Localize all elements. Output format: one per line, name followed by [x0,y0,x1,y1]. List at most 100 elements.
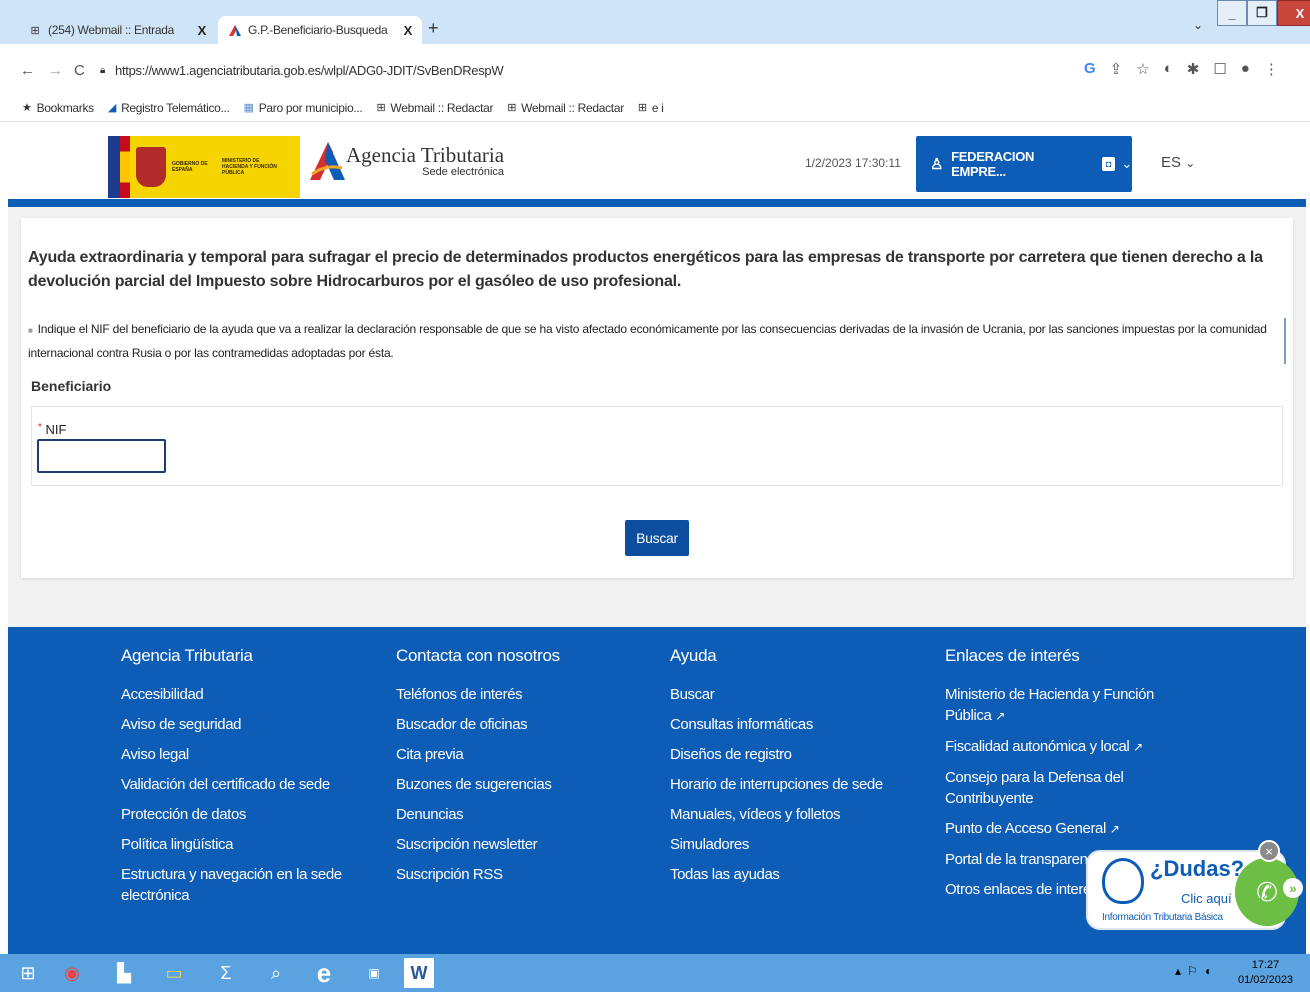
chart-icon: ▦ [243,102,254,114]
footer-link[interactable]: Fiscalidad autonómica y local ↗ [945,736,1165,758]
sigma-app-icon[interactable]: Σ [210,958,242,988]
footer-link[interactable]: Ministerio de Hacienda y Función Pública… [945,684,1165,727]
footer-link[interactable]: Protección de datos [121,804,381,825]
footer-link[interactable]: Consultas informáticas [670,714,930,735]
footer-link[interactable]: Política lingüística [121,834,381,855]
footer-link[interactable]: Simuladores [670,834,930,855]
menu-icon[interactable]: ⋮ [1264,60,1279,78]
mail-icon: ⊞ [637,102,647,114]
footer-link[interactable]: Suscripción newsletter [396,834,656,855]
bookmark-item[interactable]: ⊞ Webmail :: Redactar [376,101,493,115]
footer-link[interactable]: Manuales, vídeos y folletos [670,804,930,825]
footer-link[interactable]: Buscador de oficinas [396,714,656,735]
eu-flag-icon [108,136,120,198]
chevron-down-icon: ⌄ [1185,156,1196,170]
lock-icon: 🔒︎ [100,64,106,76]
language-selector[interactable]: ES ⌄ [1161,154,1195,171]
footer-column-agencia: Agencia Tributaria Accesibilidad Aviso d… [121,646,381,915]
help-widget-caption: Información Tributaria Básica [1102,912,1223,923]
field-container [31,406,1283,486]
footer-link[interactable]: Denuncias [396,804,656,825]
page-title: Ayuda extraordinaria y temporal para suf… [28,249,1263,290]
taskbar-clock[interactable]: 17:27 01/02/2023 [1238,958,1293,988]
new-tab-button[interactable]: + [428,18,439,39]
nif-input[interactable] [37,439,166,473]
nif-label: * NIF [38,422,67,437]
footer-link[interactable]: Horario de interrupciones de sede [670,774,930,795]
footer-link[interactable]: Validación del certificado de sede [121,774,381,795]
info-text: ■ Indique el NIF del beneficiario de la a… [28,318,1286,364]
user-menu-button[interactable]: ♙ FEDERACION EMPRE... ◘ ⌄ [916,136,1132,192]
tab-beneficiario[interactable]: G.P.-Beneficiario-Busqueda X [218,16,422,44]
footer-link[interactable]: Estructura y navegación en la sede elect… [121,864,351,906]
gobierno-logo[interactable]: GOBIERNO DE ESPAÑA MINISTERIO DE HACIEND… [108,136,300,198]
notification-icon[interactable]: ◘ [1101,157,1116,171]
help-widget-link[interactable]: Clic aquí [1181,891,1232,906]
windows-start-icon[interactable]: ⊞ [12,958,44,988]
bookmark-item[interactable]: ⊞ e i [638,101,664,115]
bookmark-item[interactable]: ▦ Paro por municipio... [244,101,363,115]
search-app-icon[interactable]: ⌕ [260,958,292,988]
agencia-logo-icon [308,138,346,182]
extension-icon[interactable]: ◐ [1164,60,1173,78]
footer-link[interactable]: Todas las ayudas [670,864,930,885]
user-name: FEDERACION EMPRE... [951,149,1035,179]
close-window-button[interactable]: X [1277,0,1310,26]
bookmark-item[interactable]: ★ Bookmarks [22,101,94,115]
external-link-icon: ↗ [995,709,1005,723]
sidebar-icon[interactable]: ☐ [1213,60,1226,78]
footer-link[interactable]: Buzones de sugerencias [396,774,656,795]
share-icon[interactable]: ⇪ [1110,60,1123,78]
expand-arrow-icon[interactable]: » [1283,878,1303,898]
forward-icon[interactable]: → [48,62,63,79]
required-marker: * [38,422,42,433]
url-bar[interactable]: 🔒︎ https://www1.agenciatributaria.gob.es… [100,57,1100,83]
tab-close-icon[interactable]: X [198,23,207,38]
bookmark-item[interactable]: ⊞ Webmail :: Redactar [507,101,624,115]
tab-search-icon[interactable]: ⌄ [1193,18,1203,32]
footer-link[interactable]: Accesibilidad [121,684,381,705]
google-icon[interactable]: G [1084,60,1096,78]
header-divider [8,199,1306,207]
footer-link[interactable]: Buscar [670,684,930,705]
footer-link[interactable]: Aviso legal [121,744,381,765]
search-button[interactable]: Buscar [625,520,689,556]
footer-column-ayuda: Ayuda Buscar Consultas informáticas Dise… [670,646,930,894]
app-icon[interactable]: ▣ [358,958,390,988]
system-tray-icons[interactable]: ▴⚐◖ [1175,964,1217,978]
puzzle-icon[interactable]: ✱ [1187,60,1200,78]
footer-link[interactable]: Cita previa [396,744,656,765]
footer-link[interactable]: Punto de Acceso General ↗ [945,818,1165,840]
minimize-button[interactable]: _ [1217,0,1247,26]
footer-link[interactable]: Teléfonos de interés [396,684,656,705]
maximize-button[interactable]: ❐ [1247,0,1277,26]
footer-link[interactable]: Aviso de seguridad [121,714,381,735]
window-controls: _ ❐ X [1217,0,1310,30]
footer-link[interactable]: Consejo para la Defensa del Contribuyent… [945,767,1165,809]
footer-column-title: Ayuda [670,646,717,665]
footer-column-title: Agencia Tributaria [121,646,253,665]
agencia-icon: ◢ [107,102,117,114]
footer-link[interactable]: Suscripción RSS [396,864,656,885]
coat-of-arms-icon [136,147,166,187]
reload-icon[interactable]: C [74,62,85,79]
star-icon: ★ [22,102,32,114]
profile-avatar[interactable]: ● [1241,60,1250,78]
footer-column-title: Contacta con nosotros [396,646,560,665]
agencia-tributaria-logo[interactable]: Agencia Tributaria Sede electrónica [308,138,504,182]
footer-link[interactable]: Diseños de registro [670,744,930,765]
internet-explorer-icon[interactable]: e [308,958,340,988]
brand-title: Agencia Tributaria [346,142,505,167]
tab-webmail[interactable]: ⊞ (254) Webmail :: Entrada X [18,16,216,44]
word-icon[interactable]: W [404,958,434,988]
windows-taskbar [0,954,1310,992]
folder-icon[interactable]: ▭ [158,958,190,988]
tab-close-icon[interactable]: X [404,23,413,38]
chrome-icon[interactable]: ◉ [56,958,88,988]
bookmarks-bar: ★ Bookmarks ◢ Registro Telemático... ▦ Paro… [0,94,1310,122]
bookmark-item[interactable]: ◢ Registro Telemático... [108,101,230,115]
close-icon[interactable]: × [1258,840,1280,862]
bookmark-star-icon[interactable]: ☆ [1136,60,1149,78]
file-app-icon[interactable]: ▙ [108,958,140,988]
back-icon[interactable]: ← [20,62,35,79]
